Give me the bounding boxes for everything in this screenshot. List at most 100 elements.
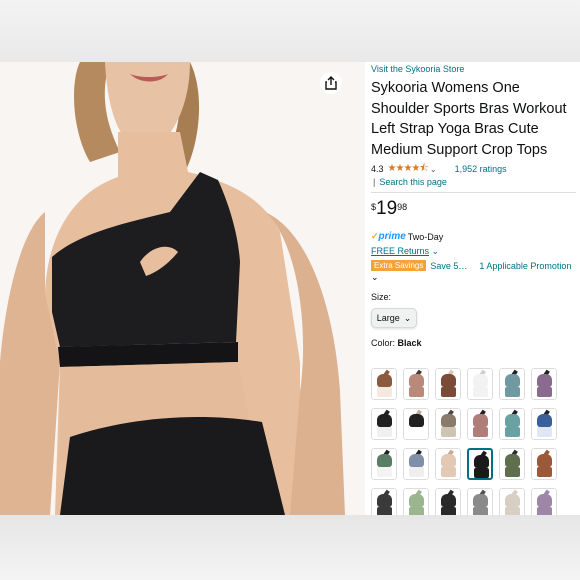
color-swatch[interactable] [531, 448, 557, 480]
swatch-bottom [409, 467, 424, 477]
swatch-top [409, 374, 424, 387]
color-swatch[interactable] [403, 368, 429, 400]
share-button[interactable] [320, 72, 342, 94]
size-value: Large [376, 313, 400, 324]
color-swatch[interactable] [403, 408, 429, 440]
color-swatch[interactable] [499, 448, 525, 480]
color-swatch[interactable] [435, 368, 461, 400]
color-label-text: Color: [371, 338, 396, 349]
product-details: Visit the Sykooria Store Sykooria Womens… [371, 64, 576, 348]
swatch-top [377, 414, 392, 427]
ratings-count-link[interactable]: 1,952 ratings [455, 164, 507, 174]
swatch-bottom [473, 387, 488, 397]
color-swatch[interactable] [467, 408, 493, 440]
separator: | [373, 177, 376, 188]
promo-row: Extra Savings Save 5… 1 Applicable Promo… [371, 260, 576, 272]
price: $ 19 98 [371, 199, 576, 221]
star-rating-icon[interactable]: ★★★★⯪ [388, 161, 429, 178]
swatch-top [409, 414, 424, 427]
size-label: Size: [371, 292, 392, 303]
selected-color: Black [397, 338, 422, 349]
model-photo [0, 62, 365, 515]
chevron-down-icon: ⌄ [431, 246, 440, 257]
free-returns-label: FREE Returns [371, 246, 430, 257]
extra-savings-badge: Extra Savings [371, 260, 427, 272]
expand-promotions-button[interactable]: ⌄ [371, 272, 576, 283]
swatch-top [377, 374, 392, 387]
swatch-top [409, 494, 424, 507]
swatch-bottom [537, 467, 552, 477]
chevron-down-icon[interactable]: ⌄ [430, 165, 437, 174]
share-icon [325, 76, 337, 90]
color-swatch[interactable] [531, 368, 557, 400]
swatch-top [537, 414, 552, 427]
swatch-top [537, 494, 552, 507]
swatch-bottom [505, 467, 520, 477]
color-swatch[interactable] [435, 448, 461, 480]
swatch-top [537, 374, 552, 387]
color-swatch[interactable] [371, 408, 397, 440]
swatch-bottom [409, 427, 424, 437]
rating-row: 4.3 ★★★★⯪ ⌄ 1,952 ratings [371, 162, 576, 176]
size-dropdown[interactable]: Large ⌄ [371, 308, 417, 329]
color-swatch[interactable] [499, 368, 525, 400]
free-returns-link[interactable]: FREE Returns ⌄ [371, 246, 576, 257]
rating-value: 4.3 [371, 164, 384, 175]
swatch-top [441, 454, 456, 467]
product-image[interactable] [0, 62, 365, 515]
swatch-top [377, 494, 392, 507]
swatch-top [505, 414, 520, 427]
swatch-bottom [537, 387, 552, 397]
chevron-down-icon: ⌄ [403, 312, 412, 323]
swatch-top [441, 494, 456, 507]
swatch-top [473, 494, 488, 507]
swatch-bottom [473, 427, 488, 437]
color-label: Color: Black [371, 338, 576, 348]
swatch-bottom [441, 467, 456, 477]
swatch-top [505, 454, 520, 467]
color-swatch[interactable] [467, 368, 493, 400]
chevron-down-icon: ⌄ [371, 272, 379, 283]
background-blur-bottom [0, 515, 580, 580]
swatch-bottom [441, 427, 456, 437]
prime-delivery: Two-Day [407, 231, 444, 242]
price-fraction: 98 [397, 202, 408, 213]
swatch-bottom [537, 427, 552, 437]
swatch-top [474, 455, 489, 468]
swatch-bottom [505, 387, 520, 397]
color-swatch[interactable] [467, 448, 493, 480]
color-swatch[interactable] [531, 408, 557, 440]
color-swatch[interactable] [499, 408, 525, 440]
swatch-top [441, 374, 456, 387]
swatch-top [377, 454, 392, 467]
color-swatch[interactable] [435, 408, 461, 440]
swatch-bottom [409, 387, 424, 397]
search-page-link[interactable]: Search this page [379, 177, 447, 187]
swatch-bottom [377, 387, 392, 397]
color-swatch[interactable] [371, 368, 397, 400]
swatch-top [441, 414, 456, 427]
swatch-bottom [505, 427, 520, 437]
swatch-top [473, 414, 488, 427]
prime-row: ✓ prime Two-Day [371, 231, 576, 242]
swatch-top [409, 454, 424, 467]
prime-logo: prime [378, 231, 406, 243]
color-swatch[interactable] [403, 448, 429, 480]
store-link[interactable]: Visit the Sykooria Store [371, 64, 576, 74]
swatch-bottom [377, 427, 392, 437]
price-whole: 19 [376, 198, 398, 220]
savings-text[interactable]: Save 5… [430, 261, 467, 271]
swatch-bottom [377, 467, 392, 477]
swatch-top [473, 374, 488, 387]
color-swatch-grid [371, 368, 561, 520]
applicable-promotion-link[interactable]: 1 Applicable Promotion [479, 261, 571, 271]
divider [371, 192, 576, 194]
color-swatch[interactable] [371, 448, 397, 480]
background-blur-top [0, 0, 580, 62]
prime-check-icon: ✓ [371, 231, 379, 242]
swatch-bottom [441, 387, 456, 397]
swatch-top [505, 374, 520, 387]
search-row: | Search this page [371, 177, 576, 187]
swatch-top [537, 454, 552, 467]
product-title: Sykooria Womens One Shoulder Sports Bras… [371, 80, 567, 158]
